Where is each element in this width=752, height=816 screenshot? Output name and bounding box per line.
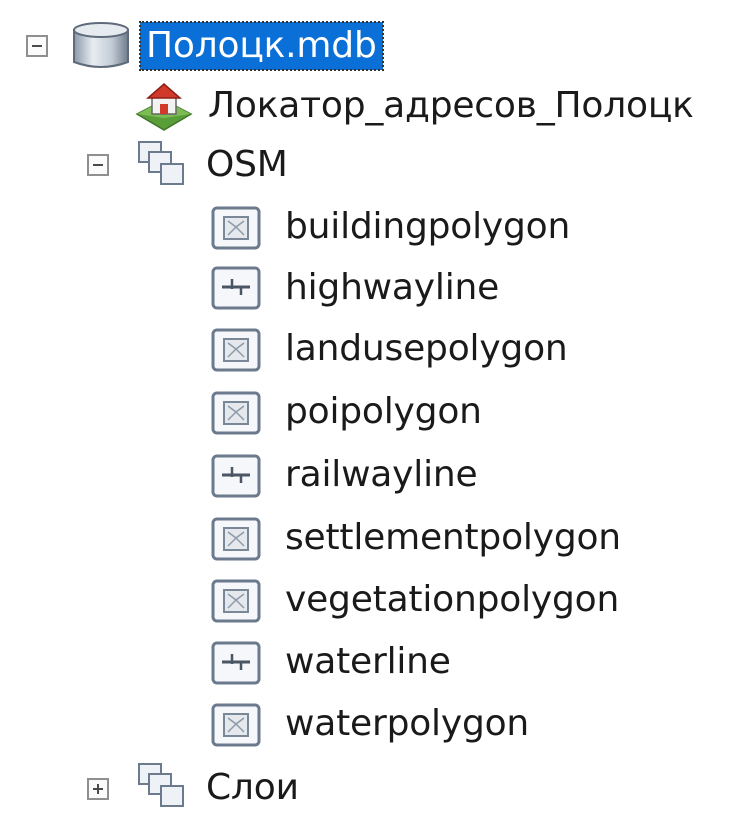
tree-item-root[interactable]: Полоцк.mdb — [139, 18, 384, 74]
item-label: buildingpolygon — [285, 206, 571, 247]
tree-item-settlementpolygon[interactable]: settlementpolygon — [285, 510, 621, 566]
catalog-tree: Полоцк.mdb Локатор_адресов_Полоцк OSM bu… — [0, 0, 752, 812]
layers-expand-toggle[interactable] — [87, 778, 109, 800]
polygon-feature-class-icon — [211, 391, 261, 435]
item-label: landusepolygon — [285, 328, 568, 369]
item-label: highwayline — [285, 267, 500, 308]
tree-item-buildingpolygon[interactable]: buildingpolygon — [285, 199, 570, 255]
tree-item-poipolygon[interactable]: poipolygon — [285, 384, 482, 440]
tree-item-layers[interactable]: Слои — [206, 760, 299, 816]
tree-item-highwayline[interactable]: highwayline — [285, 260, 499, 316]
tree-item-landusepolygon[interactable]: landusepolygon — [285, 321, 568, 377]
item-label: vegetationpolygon — [285, 579, 620, 620]
item-label: waterline — [285, 641, 451, 682]
root-collapse-toggle[interactable] — [26, 35, 48, 57]
polygon-feature-class-icon — [211, 517, 261, 561]
locator-label: Локатор_адресов_Полоцк — [208, 85, 694, 126]
item-label: settlementpolygon — [285, 517, 621, 558]
feature-dataset-icon — [138, 141, 184, 185]
polygon-feature-class-icon — [211, 328, 261, 372]
line-feature-class-icon — [211, 266, 261, 310]
tree-item-vegetationpolygon[interactable]: vegetationpolygon — [285, 572, 619, 628]
feature-dataset-icon — [138, 763, 184, 807]
osm-collapse-toggle[interactable] — [87, 154, 109, 176]
osm-label: OSM — [206, 144, 288, 185]
item-label: poipolygon — [285, 391, 482, 432]
item-label: waterpolygon — [285, 703, 530, 744]
polygon-feature-class-icon — [211, 579, 261, 623]
address-locator-icon — [135, 83, 193, 131]
polygon-feature-class-icon — [211, 703, 261, 747]
root-label[interactable]: Полоцк.mdb — [139, 21, 384, 71]
polygon-feature-class-icon — [211, 206, 261, 250]
line-feature-class-icon — [211, 641, 261, 685]
tree-item-waterline[interactable]: waterline — [285, 634, 451, 690]
tree-item-locator[interactable]: Локатор_адресов_Полоцк — [208, 78, 694, 134]
tree-item-waterpolygon[interactable]: waterpolygon — [285, 696, 529, 752]
item-label: railwayline — [285, 454, 478, 495]
tree-item-railwayline[interactable]: railwayline — [285, 447, 478, 503]
database-icon — [73, 22, 129, 68]
layers-label: Слои — [206, 767, 299, 808]
line-feature-class-icon — [211, 454, 261, 498]
tree-item-osm[interactable]: OSM — [206, 137, 288, 193]
